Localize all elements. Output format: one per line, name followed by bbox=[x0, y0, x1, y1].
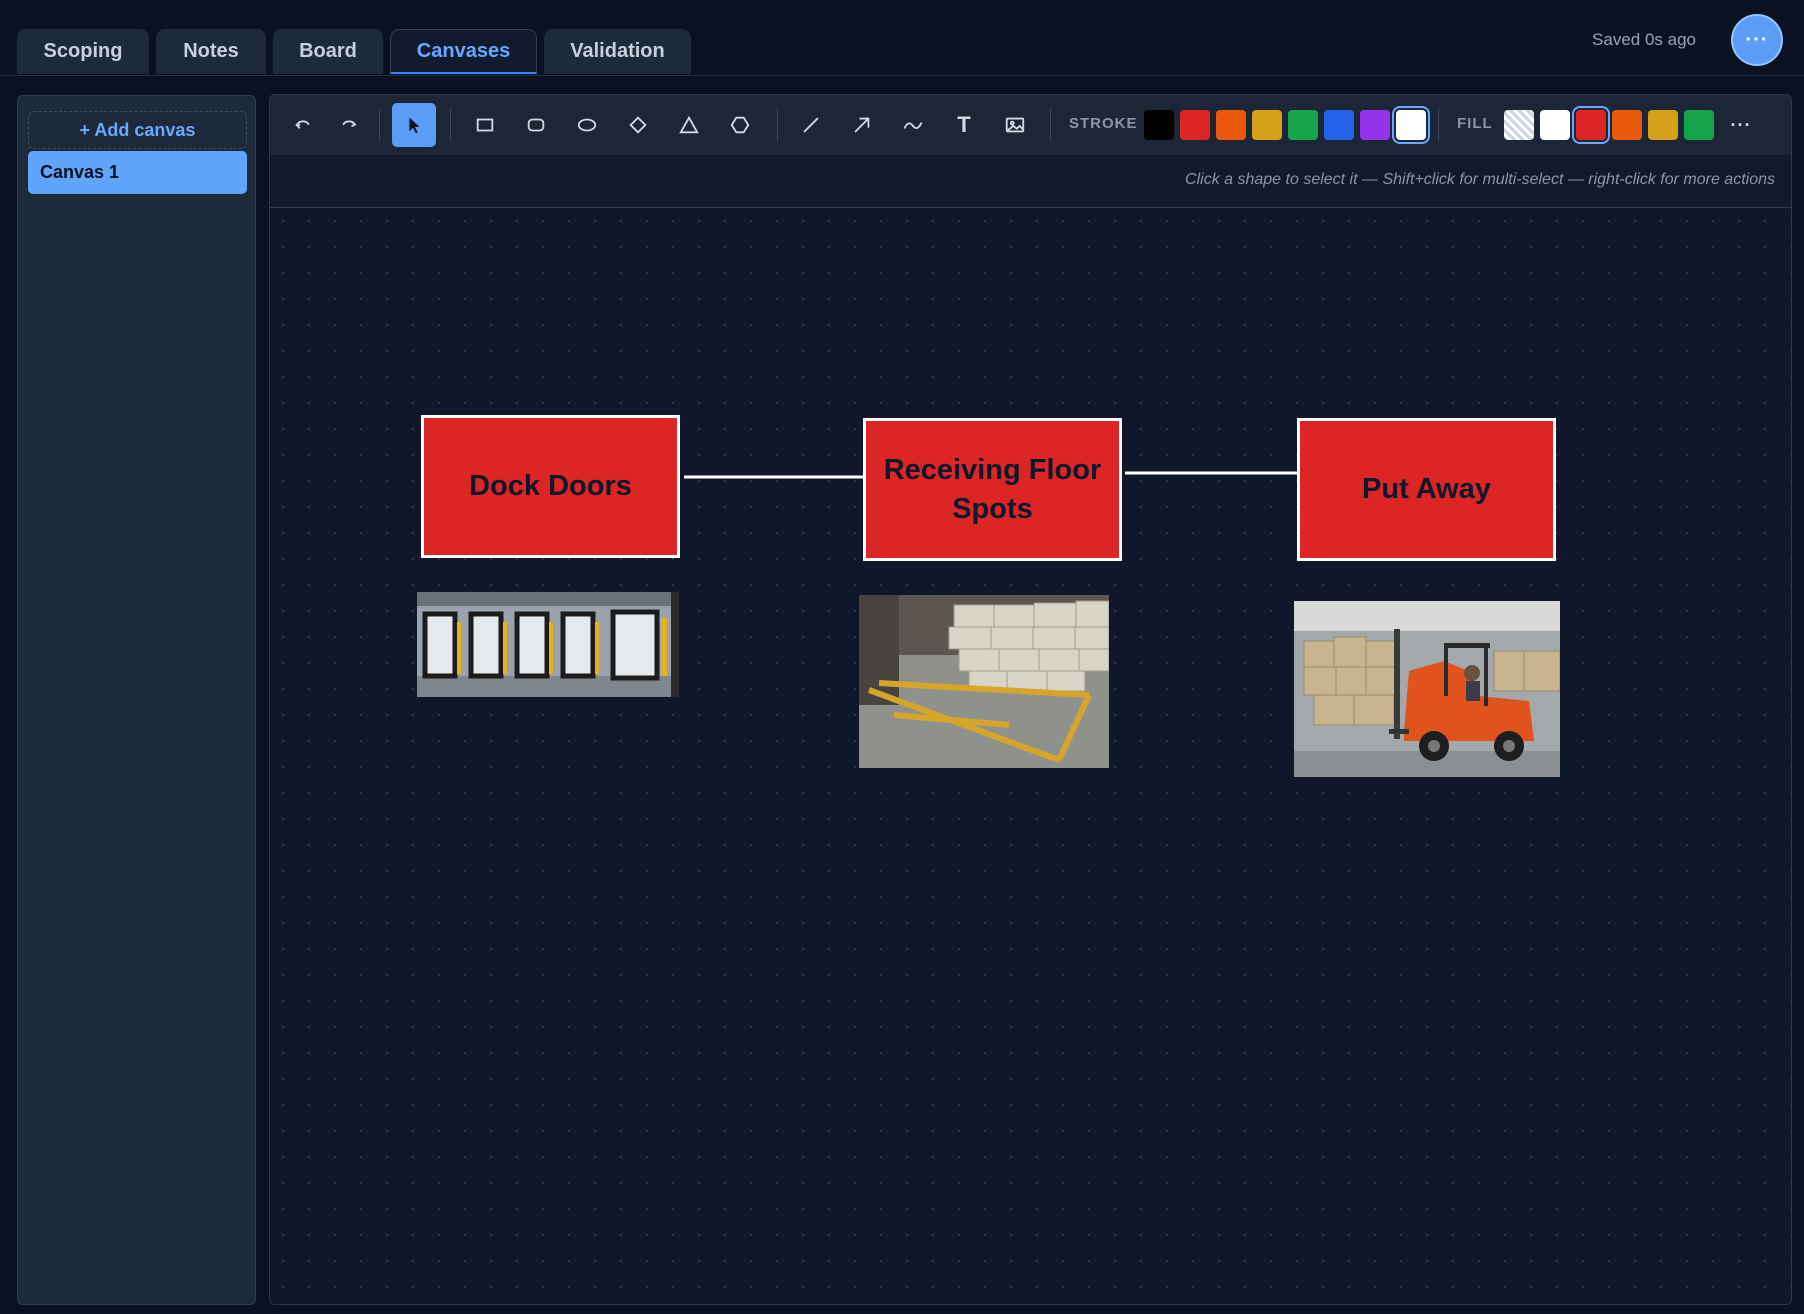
drawing-canvas[interactable]: Dock Doors Receiving Floor Spots Put Awa… bbox=[270, 208, 1791, 1304]
dock-doors-photo[interactable] bbox=[417, 592, 679, 697]
line-icon[interactable] bbox=[789, 103, 833, 147]
tab-notes[interactable]: Notes bbox=[156, 29, 266, 74]
text-icon[interactable]: T bbox=[942, 103, 986, 147]
fill-swatch-white[interactable] bbox=[1540, 110, 1570, 140]
top-tab-bar: Scoping Notes Board Canvases Validation … bbox=[0, 0, 1804, 76]
hint-text: Click a shape to select it — Shift+click… bbox=[1185, 171, 1775, 188]
stroke-swatch-orange[interactable] bbox=[1216, 110, 1246, 140]
fill-swatch-transparent[interactable] bbox=[1504, 110, 1534, 140]
fill-swatch-orange[interactable] bbox=[1612, 110, 1642, 140]
hexagon-icon[interactable] bbox=[718, 103, 762, 147]
tab-validation[interactable]: Validation bbox=[544, 29, 691, 74]
select-icon[interactable] bbox=[392, 103, 436, 147]
node-receiving-floor-spots[interactable]: Receiving Floor Spots bbox=[863, 418, 1122, 561]
drawing-toolbar: T STROKE FILL ··· bbox=[270, 95, 1791, 155]
canvas-sidebar: + Add canvas Canvas 1 bbox=[17, 95, 256, 1305]
stroke-swatch-green[interactable] bbox=[1288, 110, 1318, 140]
undo-icon[interactable] bbox=[281, 103, 325, 147]
stroke-swatch-blue[interactable] bbox=[1324, 110, 1354, 140]
more-menu-button[interactable]: ··· bbox=[1731, 14, 1783, 66]
tab-canvases[interactable]: Canvases bbox=[390, 29, 537, 74]
fill-swatch-green[interactable] bbox=[1684, 110, 1714, 140]
diamond-icon[interactable] bbox=[616, 103, 660, 147]
stroke-label: STROKE bbox=[1069, 115, 1138, 132]
fill-label: FILL bbox=[1457, 115, 1493, 132]
stroke-swatch-purple[interactable] bbox=[1360, 110, 1390, 140]
receiving-floor-photo[interactable] bbox=[859, 595, 1109, 768]
fill-swatch-yellow[interactable] bbox=[1648, 110, 1678, 140]
node-put-away[interactable]: Put Away bbox=[1297, 418, 1556, 561]
node-dock-doors[interactable]: Dock Doors bbox=[421, 415, 680, 558]
fill-swatch-red[interactable] bbox=[1572, 106, 1610, 144]
sidebar-item-canvas-1[interactable]: Canvas 1 bbox=[28, 151, 247, 194]
ellipse-icon[interactable] bbox=[565, 103, 609, 147]
image-icon[interactable] bbox=[993, 103, 1037, 147]
add-canvas-button[interactable]: + Add canvas bbox=[28, 111, 247, 149]
hint-bar: Click a shape to select it — Shift+click… bbox=[270, 155, 1791, 208]
arrow-icon[interactable] bbox=[840, 103, 884, 147]
freehand-icon[interactable] bbox=[891, 103, 935, 147]
rectangle-icon[interactable] bbox=[463, 103, 507, 147]
forklift-photo[interactable] bbox=[1294, 601, 1560, 777]
save-status: Saved 0s ago bbox=[1592, 30, 1696, 49]
tab-scoping[interactable]: Scoping bbox=[17, 29, 149, 74]
rounded-rectangle-icon[interactable] bbox=[514, 103, 558, 147]
canvas-editor: T STROKE FILL ··· Click a shape to selec… bbox=[269, 94, 1792, 1305]
redo-icon[interactable] bbox=[327, 103, 371, 147]
triangle-icon[interactable] bbox=[667, 103, 711, 147]
stroke-swatch-yellow[interactable] bbox=[1252, 110, 1282, 140]
stroke-swatch-white[interactable] bbox=[1392, 106, 1430, 144]
stroke-swatch-black[interactable] bbox=[1144, 110, 1174, 140]
more-tools-button[interactable]: ··· bbox=[1719, 103, 1763, 147]
stroke-swatch-red[interactable] bbox=[1180, 110, 1210, 140]
tab-board[interactable]: Board bbox=[273, 29, 383, 74]
